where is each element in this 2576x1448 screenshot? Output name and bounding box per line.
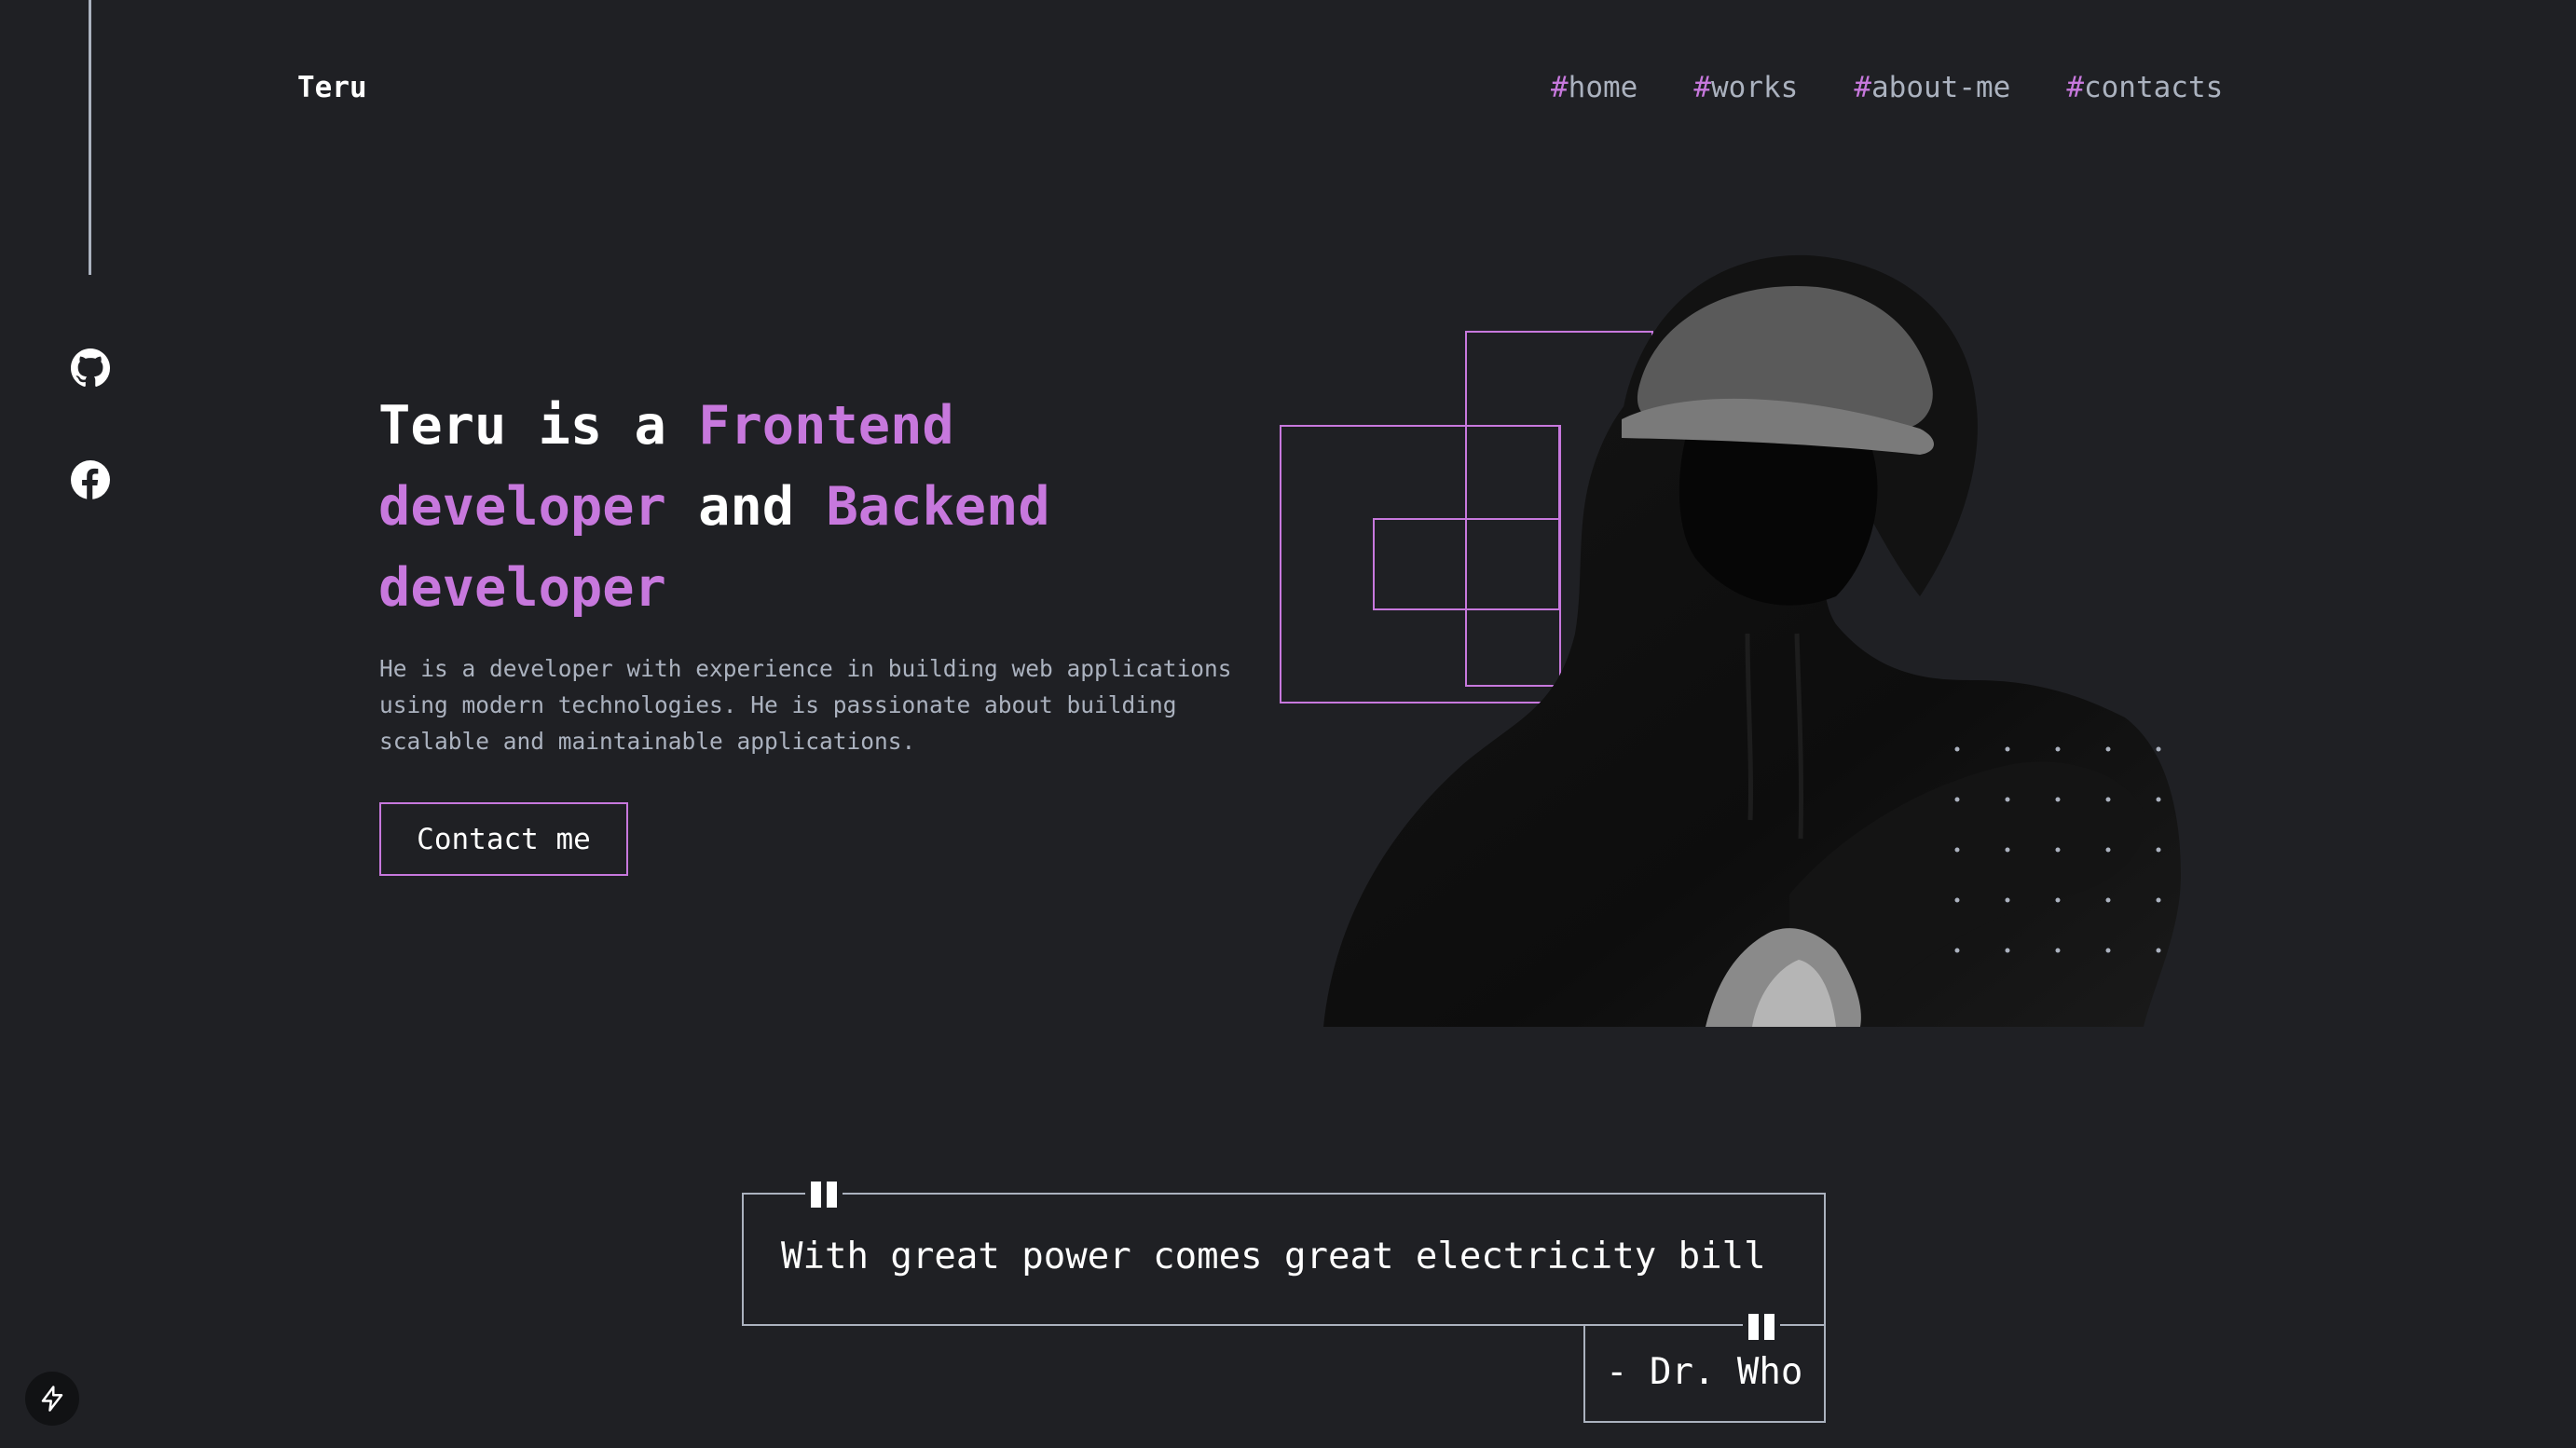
hooded-figure-illustration [1280, 254, 2181, 1027]
nav-hash: # [2066, 71, 2084, 104]
quote-box: With great power comes great electricity… [742, 1193, 1826, 1326]
quote-author: - Dr. Who [1606, 1351, 1803, 1393]
nav-label: works [1711, 71, 1799, 104]
bolt-badge[interactable] [25, 1372, 79, 1426]
quote-author-box: - Dr. Who [1583, 1325, 1826, 1423]
site-logo[interactable]: Teru [297, 71, 367, 104]
nav-about-me[interactable]: #about-me [1854, 71, 2010, 104]
nav-label: home [1568, 71, 1638, 104]
nav-label: contacts [2083, 71, 2224, 104]
quote-close-icon [1743, 1312, 1780, 1342]
hero-headline: Teru is a Frontend developer and Backend… [378, 386, 1217, 629]
portfolio-page: Teru #home #works #about-me #contacts Te… [0, 0, 2576, 1448]
nav-hash: # [1854, 71, 1871, 104]
headline-part: and [665, 476, 827, 538]
nav-contacts[interactable]: #contacts [2066, 71, 2223, 104]
github-icon [71, 348, 110, 387]
github-link[interactable] [71, 348, 110, 388]
lightning-bolt-icon [41, 1386, 63, 1412]
quote-open-icon [805, 1180, 843, 1209]
nav-hash: # [1693, 71, 1711, 104]
main-nav: #home #works #about-me #contacts [1551, 71, 2223, 104]
contact-me-button[interactable]: Contact me [379, 802, 628, 876]
hero-description: He is a developer with experience in bui… [379, 655, 1232, 755]
quote-text: With great power comes great electricity… [781, 1236, 1766, 1277]
hooded-figure [1323, 254, 2181, 1027]
nav-works[interactable]: #works [1693, 71, 1798, 104]
facebook-link[interactable] [71, 460, 110, 499]
nav-label: about-me [1871, 71, 2011, 104]
nav-home[interactable]: #home [1551, 71, 1637, 104]
facebook-icon [71, 460, 110, 499]
hero-image [1267, 242, 2274, 1027]
nav-hash: # [1551, 71, 1569, 104]
headline-part: Teru is a [378, 395, 699, 457]
rail-line [89, 0, 91, 275]
